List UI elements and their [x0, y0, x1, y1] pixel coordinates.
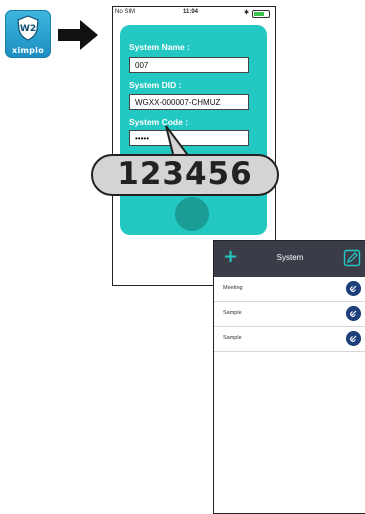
list-item-label: Sample [223, 335, 242, 341]
system-did-field[interactable]: WGXX-000007-CHMUZ [129, 94, 249, 110]
clock-label: 11:04 [183, 9, 199, 15]
system-header: + System [214, 241, 365, 277]
bluetooth-icon: ✱ [243, 10, 249, 16]
list-item[interactable]: Sample [214, 302, 365, 327]
list-item[interactable]: Sample [214, 327, 365, 352]
list-item[interactable]: Meeting [214, 277, 365, 302]
phone-screen-system-list: + System Meeting Sample Sample [213, 240, 365, 514]
carrier-label: No SIM [115, 9, 136, 15]
link-icon[interactable] [346, 281, 361, 296]
app-icon[interactable]: W2 ximplo [5, 10, 51, 58]
svg-text:W2: W2 [20, 24, 36, 34]
system-name-label: System Name : [129, 42, 190, 52]
arrow-right-icon [58, 20, 98, 50]
list-item-label: Sample [223, 310, 242, 316]
system-code-callout: 123456 [91, 154, 279, 196]
brand-label: ximplo [11, 46, 44, 55]
callout-pointer [165, 125, 192, 158]
battery-icon [252, 10, 270, 18]
status-bar: No SIM 11:04 ✱ [113, 7, 275, 19]
shield-icon: W2 [17, 15, 39, 41]
system-did-label: System DID : [129, 80, 182, 90]
link-icon[interactable] [346, 331, 361, 346]
list-item-label: Meeting [223, 285, 243, 291]
edit-icon[interactable] [343, 249, 361, 267]
confirm-button[interactable] [175, 197, 209, 231]
link-icon[interactable] [346, 306, 361, 321]
system-name-field[interactable]: 007 [129, 57, 249, 73]
